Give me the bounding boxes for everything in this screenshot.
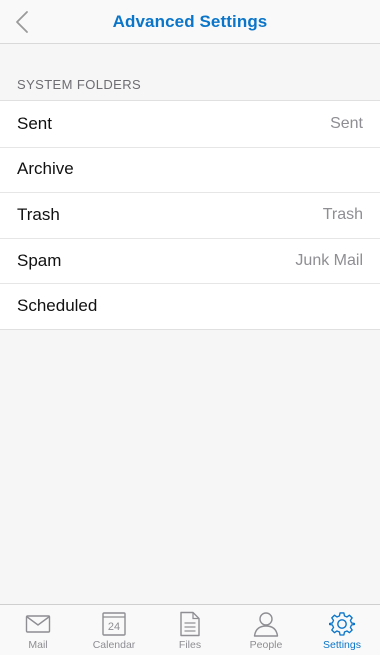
- row-label: Spam: [17, 250, 62, 270]
- row-scheduled[interactable]: Scheduled: [0, 283, 380, 329]
- advanced-settings-screen: Advanced Settings SYSTEM FOLDERS Sent Se…: [0, 0, 380, 655]
- section-header-system-folders: SYSTEM FOLDERS: [17, 77, 142, 92]
- chevron-left-icon: [16, 11, 28, 33]
- settings-icon: [329, 612, 355, 636]
- navigation-bar: Advanced Settings: [0, 0, 380, 44]
- row-spam[interactable]: Spam Junk Mail: [0, 237, 380, 284]
- row-label: Trash: [17, 204, 60, 224]
- calendar-icon: 24: [102, 612, 126, 636]
- row-value: Sent: [330, 114, 363, 132]
- row-sent[interactable]: Sent Sent: [0, 101, 380, 147]
- tab-label: Files: [178, 639, 202, 651]
- row-trash[interactable]: Trash Trash: [0, 192, 380, 238]
- tab-label: Mail: [28, 639, 48, 651]
- row-label: Scheduled: [17, 296, 98, 316]
- row-archive[interactable]: Archive: [0, 146, 380, 193]
- tab-calendar[interactable]: 24 Calendar: [76, 605, 152, 655]
- tab-label: People: [249, 639, 283, 651]
- back-button[interactable]: [0, 0, 44, 44]
- tab-label: Settings: [323, 639, 361, 651]
- tab-files[interactable]: Files: [152, 605, 228, 655]
- tab-settings[interactable]: Settings: [304, 605, 380, 655]
- row-value: Trash: [322, 205, 363, 223]
- calendar-date-badge: 24: [108, 621, 120, 633]
- system-folders-list: Sent Sent Archive Trash Trash Spam Junk …: [0, 100, 380, 330]
- tab-people[interactable]: People: [228, 605, 304, 655]
- row-label: Sent: [17, 113, 52, 133]
- tab-bar: Mail 24 Calendar Files People Settings: [0, 604, 380, 655]
- row-value: Junk Mail: [295, 251, 363, 269]
- people-icon: [253, 612, 279, 637]
- files-icon: [180, 611, 200, 637]
- mail-icon: [25, 615, 51, 633]
- tab-label: Calendar: [92, 639, 136, 651]
- page-title: Advanced Settings: [112, 12, 268, 31]
- tab-mail[interactable]: Mail: [0, 605, 76, 655]
- row-label: Archive: [17, 159, 74, 179]
